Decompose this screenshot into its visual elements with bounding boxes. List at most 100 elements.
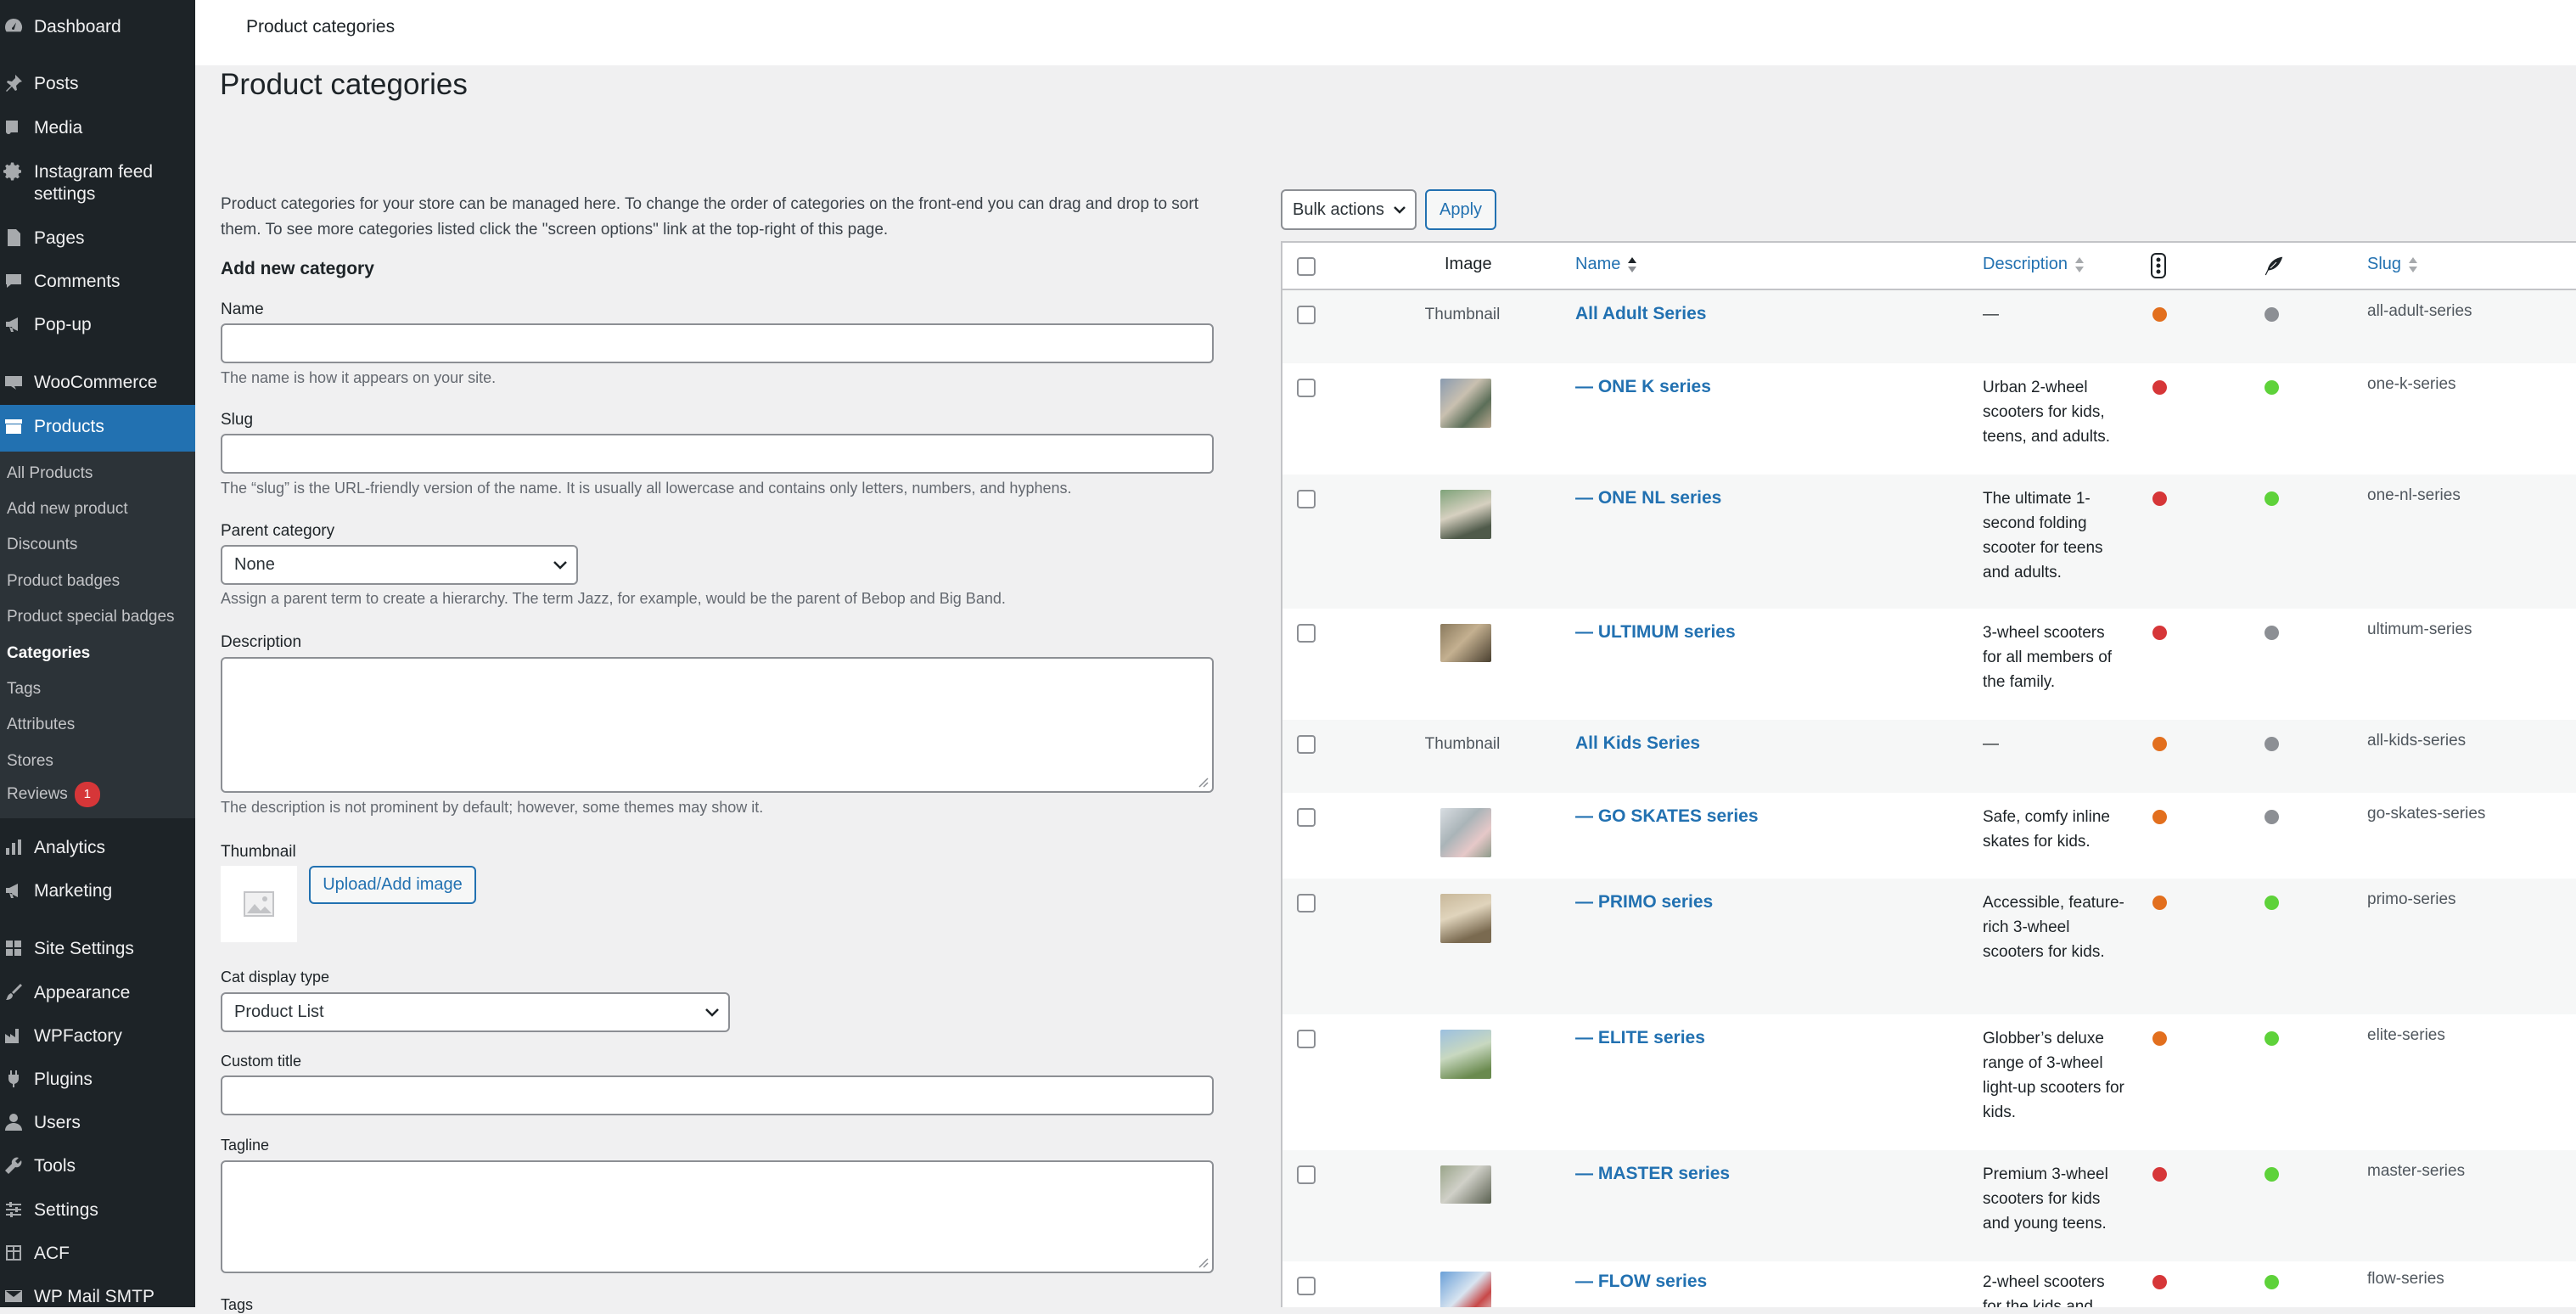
submenu-stores[interactable]: Stores — [7, 752, 53, 771]
cat-display-type-value: Product List — [234, 1002, 324, 1021]
header-title: Product categories — [246, 17, 396, 36]
menu-acf[interactable]: ACF — [0, 1243, 195, 1265]
menu-wpfactory[interactable]: WPFactory — [0, 1025, 195, 1047]
row-checkbox[interactable] — [1297, 1277, 1316, 1295]
tagline-textarea[interactable] — [221, 1160, 1214, 1273]
status-dot-red — [2152, 1167, 2167, 1182]
menu-comments[interactable]: Comments — [0, 271, 195, 293]
category-slug: ultimum-series — [2367, 620, 2472, 638]
column-slug[interactable]: Slug — [2367, 255, 2418, 274]
submenu-attributes[interactable]: Attributes — [7, 716, 75, 734]
category-description: Safe, comfy inline skates for kids. — [1983, 808, 2110, 851]
products-submenu: All Products Add new product Discounts P… — [0, 452, 195, 818]
category-name-link[interactable]: — ONE K series — [1575, 377, 1711, 397]
select-all-checkbox[interactable] — [1297, 257, 1316, 276]
custom-title-input[interactable] — [221, 1075, 1214, 1115]
submenu-product-badges[interactable]: Product badges — [7, 572, 120, 591]
menu-pop-up[interactable]: Pop-up — [0, 314, 195, 336]
category-thumbnail — [1440, 1165, 1491, 1204]
category-name-link[interactable]: — GO SKATES series — [1575, 806, 1759, 827]
row-checkbox[interactable] — [1297, 1165, 1316, 1184]
menu-label: Products — [34, 417, 104, 436]
menu-plugins[interactable]: Plugins — [0, 1069, 195, 1091]
dashboard-icon — [3, 16, 25, 38]
menu-products[interactable]: Products — [0, 405, 195, 452]
menu-label: Plugins — [34, 1070, 93, 1089]
row-checkbox[interactable] — [1297, 379, 1316, 397]
menu-settings[interactable]: Settings — [0, 1199, 195, 1221]
row-checkbox[interactable] — [1297, 490, 1316, 508]
menu-instagram-feed-settings[interactable]: Instagram feed settings — [0, 161, 195, 205]
category-name-link[interactable]: — PRIMO series — [1575, 892, 1713, 912]
category-name-link[interactable]: — ULTIMUM series — [1575, 622, 1736, 643]
resize-grip-icon[interactable] — [1195, 1255, 1209, 1268]
column-description[interactable]: Description — [1983, 255, 2085, 274]
menu-appearance[interactable]: Appearance — [0, 982, 195, 1004]
name-help: The name is how it appears on your site. — [221, 369, 497, 386]
row-checkbox[interactable] — [1297, 624, 1316, 643]
table-row: — ONE K series Urban 2-wheel scooters fo… — [1282, 363, 2576, 474]
row-checkbox[interactable] — [1297, 306, 1316, 324]
bar-chart-icon — [3, 837, 25, 859]
settings-icon — [3, 1199, 25, 1221]
menu-marketing[interactable]: Marketing — [0, 880, 195, 902]
upload-add-image-button[interactable]: Upload/Add image — [309, 866, 476, 904]
submenu-reviews[interactable]: Reviews 1 — [7, 782, 100, 807]
category-slug: one-nl-series — [2367, 486, 2461, 504]
category-name-link[interactable]: — ELITE series — [1575, 1028, 1705, 1048]
row-checkbox[interactable] — [1297, 894, 1316, 912]
column-name[interactable]: Name — [1575, 255, 1637, 274]
menu-media[interactable]: Media — [0, 117, 195, 139]
menu-label: Marketing — [34, 881, 113, 901]
name-label: Name — [221, 300, 264, 318]
name-input[interactable] — [221, 323, 1214, 363]
custom-title-label: Custom title — [221, 1053, 302, 1070]
submenu-categories[interactable]: Categories — [7, 644, 90, 663]
menu-analytics[interactable]: Analytics — [0, 837, 195, 859]
feather-icon — [2263, 255, 2285, 281]
wrench-icon — [3, 1155, 25, 1177]
status-dot-red — [2152, 491, 2167, 506]
row-checkbox[interactable] — [1297, 808, 1316, 827]
category-name-link[interactable]: All Kids Series — [1575, 733, 1700, 754]
table-header: Image Name Description Slug — [1282, 243, 2576, 290]
menu-tools[interactable]: Tools — [0, 1155, 195, 1177]
bulk-actions-select[interactable]: Bulk actions — [1281, 189, 1417, 230]
submenu-all-products[interactable]: All Products — [7, 464, 93, 483]
row-checkbox[interactable] — [1297, 735, 1316, 754]
menu-label: Posts — [34, 74, 79, 93]
row-checkbox[interactable] — [1297, 1030, 1316, 1048]
category-name-link[interactable]: — FLOW series — [1575, 1272, 1707, 1292]
resize-grip-icon[interactable] — [1195, 774, 1209, 788]
menu-woocommerce[interactable]: WooCommerce — [0, 372, 195, 394]
submenu-tags[interactable]: Tags — [7, 680, 41, 699]
parent-category-select[interactable]: None — [221, 545, 578, 585]
description-textarea[interactable] — [221, 657, 1214, 793]
parent-category-value: None — [234, 555, 275, 574]
category-description: Globber’s deluxe range of 3-wheel light-… — [1983, 1030, 2124, 1121]
cat-display-type-select[interactable]: Product List — [221, 992, 730, 1032]
table-icon — [3, 1243, 25, 1265]
category-thumbnail — [1440, 490, 1491, 539]
category-slug: master-series — [2367, 1162, 2466, 1180]
menu-posts[interactable]: Posts — [0, 73, 195, 95]
status-dot-orange — [2152, 737, 2167, 751]
megaphone-icon — [3, 314, 25, 336]
category-name-link[interactable]: — ONE NL series — [1575, 488, 1721, 508]
menu-pages[interactable]: Pages — [0, 227, 195, 250]
slug-input[interactable] — [221, 434, 1214, 474]
menu-label: Site Settings — [34, 939, 134, 958]
category-description: — — [1983, 735, 1999, 753]
menu-wp-mail-smtp[interactable]: WP Mail SMTP — [0, 1286, 195, 1308]
category-name-link[interactable]: — MASTER series — [1575, 1164, 1730, 1184]
menu-users[interactable]: Users — [0, 1112, 195, 1134]
category-name-link[interactable]: All Adult Series — [1575, 304, 1706, 324]
submenu-add-new-product[interactable]: Add new product — [7, 500, 128, 519]
comment-icon — [3, 271, 25, 293]
apply-button[interactable]: Apply — [1425, 189, 1496, 230]
page-icon — [3, 227, 25, 250]
menu-site-settings[interactable]: Site Settings — [0, 938, 195, 960]
submenu-product-special-badges[interactable]: Product special badges — [7, 608, 175, 626]
menu-dashboard[interactable]: Dashboard — [0, 16, 195, 38]
submenu-discounts[interactable]: Discounts — [7, 536, 77, 554]
